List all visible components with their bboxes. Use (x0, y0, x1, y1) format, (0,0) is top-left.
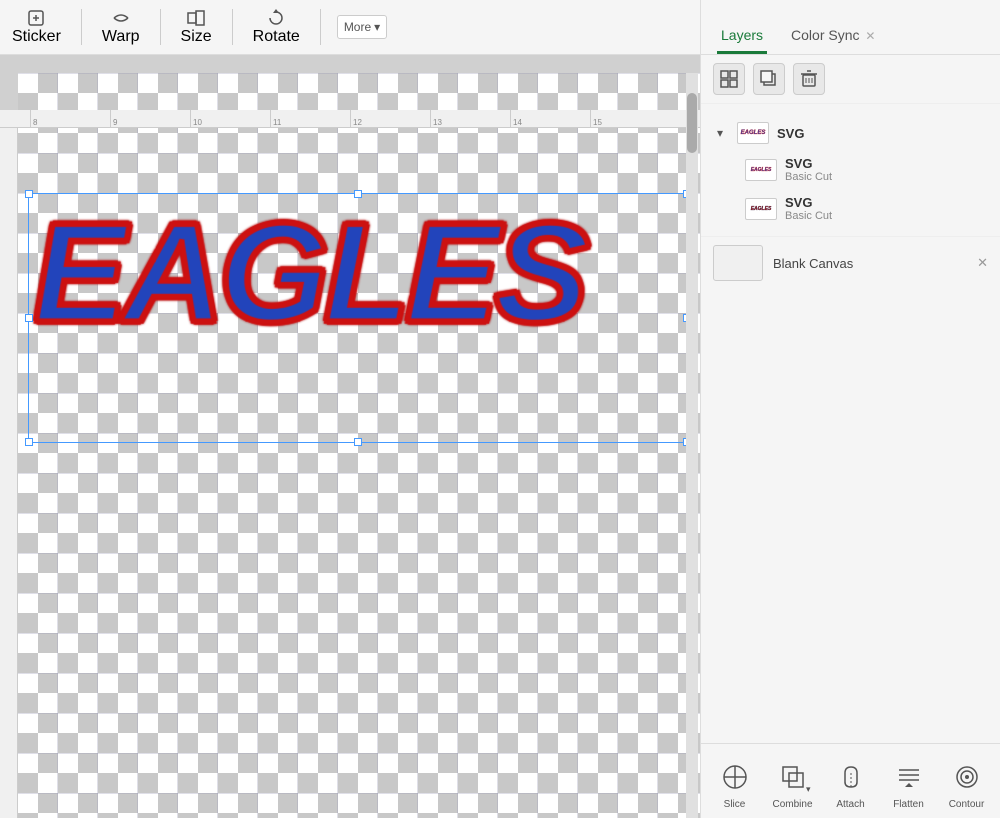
rotate-label: Rotate (253, 28, 300, 46)
scrollbar-thumb[interactable] (687, 93, 697, 153)
layer-root-info: SVG (777, 126, 984, 141)
ruler-tick-11: 11 (270, 110, 281, 128)
group-button[interactable] (713, 63, 745, 95)
layer-root-title: SVG (777, 126, 984, 141)
warp-icon (111, 8, 131, 28)
layer-root-item[interactable]: ▾ EAGLES SVG (705, 116, 996, 150)
delete-button[interactable] (793, 63, 825, 95)
more-button[interactable]: More ▾ (337, 15, 387, 39)
layer-child-2-info: SVG Basic Cut (785, 195, 984, 222)
divider-1 (81, 9, 82, 45)
warp-label: Warp (102, 28, 140, 46)
right-panel: Layers Color Sync ✕ (700, 0, 1000, 818)
ruler-tick-8: 8 (30, 110, 37, 128)
blank-canvas-thumb (713, 245, 763, 281)
flatten-icon (891, 759, 927, 795)
contour-label: Contour (949, 799, 985, 810)
layer-child-2-subtitle: Basic Cut (785, 210, 984, 222)
warp-tool[interactable]: Warp (98, 6, 144, 48)
layers-content: ▾ EAGLES SVG EAGLES SVG Basic Cut (701, 104, 1000, 743)
combine-dropdown-arrow: ▾ (806, 784, 811, 795)
attach-label: Attach (836, 799, 864, 810)
tab-color-sync[interactable]: Color Sync ✕ (787, 19, 879, 54)
attach-icon (833, 759, 869, 795)
blank-canvas-close-icon[interactable]: ✕ (977, 255, 988, 271)
copy-icon (760, 70, 778, 88)
combine-tool[interactable]: ▾ Combine (768, 759, 818, 810)
layer-child-1-info: SVG Basic Cut (785, 156, 984, 183)
slice-tool[interactable]: Slice (710, 759, 760, 810)
more-label: More (344, 20, 371, 34)
layer-group-root: ▾ EAGLES SVG EAGLES SVG Basic Cut (701, 112, 1000, 232)
divider-4 (320, 9, 321, 45)
rotate-icon (266, 8, 286, 28)
grid-canvas: EAGLES (18, 73, 700, 818)
panel-tabs: Layers Color Sync ✕ (701, 0, 1000, 55)
size-icon (186, 8, 206, 28)
flatten-tool[interactable]: Flatten (884, 759, 934, 810)
divider-2 (160, 9, 161, 45)
combine-label: Combine (772, 799, 812, 810)
handle-bot-left[interactable] (25, 438, 33, 446)
ruler-tick-12: 12 (350, 110, 362, 128)
contour-tool[interactable]: Contour (942, 759, 992, 810)
more-arrow-icon: ▾ (374, 20, 380, 34)
eagles-text: EAGLES (31, 203, 586, 343)
group-icon (720, 70, 738, 88)
ruler-tick-14: 14 (510, 110, 522, 128)
ruler-tick-13: 13 (430, 110, 442, 128)
layer-child-1[interactable]: EAGLES SVG Basic Cut (705, 150, 996, 189)
rotate-tool[interactable]: Rotate (249, 6, 304, 48)
vertical-scrollbar[interactable] (686, 73, 698, 818)
flatten-label: Flatten (893, 799, 924, 810)
sticker-icon (26, 8, 46, 28)
size-tool[interactable]: Size (177, 6, 216, 48)
layer-child-2[interactable]: EAGLES SVG Basic Cut (705, 189, 996, 228)
layer-child-1-subtitle: Basic Cut (785, 171, 984, 183)
main-toolbar: Sticker Warp Size Rotate More ▾ (0, 0, 700, 55)
layer-child-2-thumb: EAGLES (745, 198, 777, 220)
ruler-left (0, 128, 18, 818)
slice-label: Slice (724, 799, 746, 810)
ruler-tick-9: 9 (110, 110, 117, 128)
slice-icon (717, 759, 753, 795)
size-label: Size (181, 28, 212, 46)
combine-icon: ▾ (775, 759, 811, 795)
ruler-top: 8 9 10 11 12 13 14 15 (0, 110, 700, 128)
ruler-tick-10: 10 (190, 110, 202, 128)
ruler-tick-15: 15 (590, 110, 602, 128)
bottom-tools: Slice ▾ Combine (710, 759, 992, 810)
panel-bottom: Slice ▾ Combine (701, 743, 1000, 818)
panel-toolbar (701, 55, 1000, 104)
blank-canvas-label: Blank Canvas (773, 256, 853, 271)
color-sync-close[interactable]: ✕ (865, 29, 875, 43)
layer-root-thumb: EAGLES (737, 122, 769, 144)
delete-icon (800, 70, 818, 88)
divider-3 (232, 9, 233, 45)
layer-child-1-title: SVG (785, 156, 984, 171)
handle-mid-left[interactable] (25, 314, 33, 322)
tab-layers[interactable]: Layers (717, 19, 767, 54)
layer-chevron-icon: ▾ (717, 126, 729, 140)
canvas-area: 8 9 10 11 12 13 14 15 EAGLES (0, 55, 700, 818)
blank-canvas-section: Blank Canvas ✕ (701, 236, 1000, 289)
attach-tool[interactable]: Attach (826, 759, 876, 810)
contour-icon (949, 759, 985, 795)
copy-button[interactable] (753, 63, 785, 95)
layer-child-1-thumb: EAGLES (745, 159, 777, 181)
eagles-text-container[interactable]: EAGLES (33, 203, 683, 433)
sticker-label: Sticker (12, 28, 61, 46)
handle-bot-mid[interactable] (354, 438, 362, 446)
layer-child-2-title: SVG (785, 195, 984, 210)
sticker-tool[interactable]: Sticker (8, 6, 65, 48)
